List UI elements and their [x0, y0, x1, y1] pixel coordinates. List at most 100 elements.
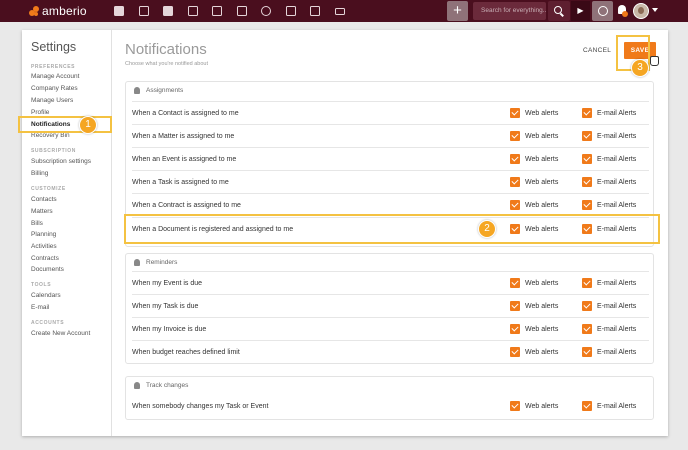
- email-alerts-checkbox[interactable]: [582, 347, 592, 357]
- sidebar-item-bills[interactable]: Bills: [31, 220, 43, 227]
- email-alerts-label: E-mail Alerts: [597, 280, 637, 287]
- web-alerts-checkbox[interactable]: [510, 301, 520, 311]
- row-label: When somebody changes my Task or Event: [132, 403, 269, 410]
- web-alerts-label: Web alerts: [525, 280, 559, 287]
- sidebar-item-calendars[interactable]: Calendars: [31, 292, 61, 299]
- sidebar-item-email[interactable]: E-mail: [31, 304, 49, 311]
- row-label: When a Contact is assigned to me: [132, 110, 239, 117]
- stopwatch-button[interactable]: [592, 1, 613, 21]
- sidebar-item-contracts[interactable]: Contracts: [31, 255, 59, 262]
- bell-icon: [134, 382, 140, 389]
- email-alerts-checkbox[interactable]: [582, 108, 592, 118]
- app-logo[interactable]: amberio: [29, 4, 99, 18]
- page-subtitle: Choose what you're notified about: [125, 61, 208, 67]
- settings-sidebar: Settings PREFERENCES Manage Account Comp…: [22, 30, 112, 436]
- web-alerts-label: Web alerts: [525, 303, 559, 310]
- sidebar-title: Settings: [31, 40, 77, 54]
- web-alerts-checkbox[interactable]: [510, 200, 520, 210]
- pointer-hand-icon: [650, 56, 659, 66]
- email-alerts-checkbox[interactable]: [582, 401, 592, 411]
- search-button[interactable]: [548, 1, 570, 21]
- notification-row: When a Contact is assigned to me Web ale…: [132, 101, 649, 124]
- row-label: When a Task is assigned to me: [132, 179, 229, 186]
- step-badge-3: 3: [631, 59, 649, 77]
- user-avatar[interactable]: [633, 3, 649, 19]
- sidebar-item-contacts[interactable]: Contacts: [31, 196, 57, 203]
- email-alerts-checkbox[interactable]: [582, 301, 592, 311]
- dashboard-icon[interactable]: [107, 0, 132, 22]
- court-icon[interactable]: [205, 0, 230, 22]
- sidebar-item-documents[interactable]: Documents: [31, 266, 64, 273]
- sidebar-item-activities[interactable]: Activities: [31, 243, 57, 250]
- time-icon[interactable]: [254, 0, 279, 22]
- sidebar-item-profile[interactable]: Profile: [31, 109, 49, 116]
- sidebar-section-heading: PREFERENCES: [31, 64, 76, 70]
- calendar-icon[interactable]: [230, 0, 255, 22]
- global-search-input[interactable]: Search for everything...: [473, 2, 546, 20]
- sidebar-item-manage-users[interactable]: Manage Users: [31, 97, 73, 104]
- web-alerts-checkbox[interactable]: [510, 177, 520, 187]
- bills-icon[interactable]: [181, 0, 206, 22]
- sidebar-item-manage-account[interactable]: Manage Account: [31, 73, 79, 80]
- email-alerts-checkbox[interactable]: [582, 278, 592, 288]
- sidebar-item-recovery-bin[interactable]: Recovery Bin: [31, 132, 70, 139]
- email-alerts-label: E-mail Alerts: [597, 349, 637, 356]
- email-alerts-label: E-mail Alerts: [597, 156, 637, 163]
- step-badge-2: 2: [478, 220, 496, 238]
- bell-icon: [134, 87, 140, 94]
- sidebar-item-company-rates[interactable]: Company Rates: [31, 85, 78, 92]
- quick-add-button[interactable]: +: [447, 1, 468, 21]
- notification-row: When my Event is due Web alerts E-mail A…: [132, 271, 649, 294]
- web-alerts-checkbox[interactable]: [510, 278, 520, 288]
- web-alerts-checkbox[interactable]: [510, 131, 520, 141]
- sidebar-item-matters[interactable]: Matters: [31, 208, 53, 215]
- row-label: When my Invoice is due: [132, 326, 207, 333]
- sidebar-item-planning[interactable]: Planning: [31, 231, 56, 238]
- row-label: When budget reaches defined limit: [132, 349, 240, 356]
- sidebar-section-heading: ACCOUNTS: [31, 320, 65, 326]
- contacts-icon[interactable]: [132, 0, 157, 22]
- notification-row: When somebody changes my Task or Event W…: [132, 395, 649, 418]
- timer-play-button[interactable]: ▶: [571, 1, 590, 21]
- row-label: When my Event is due: [132, 280, 203, 287]
- email-alerts-checkbox[interactable]: [582, 324, 592, 334]
- email-alerts-label: E-mail Alerts: [597, 326, 637, 333]
- web-alerts-checkbox[interactable]: [510, 324, 520, 334]
- sidebar-item-create-new-account[interactable]: Create New Account: [31, 330, 90, 337]
- email-alerts-checkbox[interactable]: [582, 131, 592, 141]
- stopwatch-icon: [597, 6, 608, 16]
- logo-text: amberio: [42, 4, 87, 18]
- folder-icon[interactable]: [279, 0, 304, 22]
- email-alerts-label: E-mail Alerts: [597, 403, 637, 410]
- email-alerts-checkbox[interactable]: [582, 200, 592, 210]
- email-alerts-label: E-mail Alerts: [597, 133, 637, 140]
- web-alerts-checkbox[interactable]: [510, 401, 520, 411]
- step-badge-1: 1: [79, 116, 97, 134]
- section-heading-label: Track changes: [146, 382, 189, 389]
- web-alerts-checkbox[interactable]: [510, 154, 520, 164]
- notification-row: When my Invoice is due Web alerts E-mail…: [132, 317, 649, 340]
- track-changes-section: Track changes When somebody changes my T…: [125, 376, 654, 420]
- web-alerts-label: Web alerts: [525, 110, 559, 117]
- section-heading: Assignments: [134, 87, 183, 94]
- web-alerts-label: Web alerts: [525, 133, 559, 140]
- notification-row: When a Matter is assigned to me Web aler…: [132, 124, 649, 147]
- row-label: When an Event is assigned to me: [132, 156, 237, 163]
- module-nav-icons: [107, 0, 352, 22]
- user-menu-chevron-down-icon[interactable]: [652, 8, 658, 12]
- email-alerts-checkbox[interactable]: [582, 154, 592, 164]
- row-label: When my Task is due: [132, 303, 199, 310]
- cancel-button[interactable]: CANCEL: [583, 47, 611, 54]
- web-alerts-checkbox[interactable]: [510, 108, 520, 118]
- email-alerts-checkbox[interactable]: [582, 177, 592, 187]
- web-alerts-checkbox[interactable]: [510, 347, 520, 357]
- section-heading: Track changes: [134, 382, 188, 389]
- top-navigation-bar: amberio + Search for everything... ▶: [0, 0, 688, 22]
- documents-icon[interactable]: [303, 0, 328, 22]
- email-icon[interactable]: [328, 0, 353, 22]
- matters-icon[interactable]: [156, 0, 181, 22]
- sidebar-item-subscription-settings[interactable]: Subscription settings: [31, 158, 91, 165]
- notification-row: When a Task is assigned to me Web alerts…: [132, 170, 649, 193]
- notifications-bell-icon[interactable]: [617, 4, 628, 17]
- sidebar-item-billing[interactable]: Billing: [31, 170, 48, 177]
